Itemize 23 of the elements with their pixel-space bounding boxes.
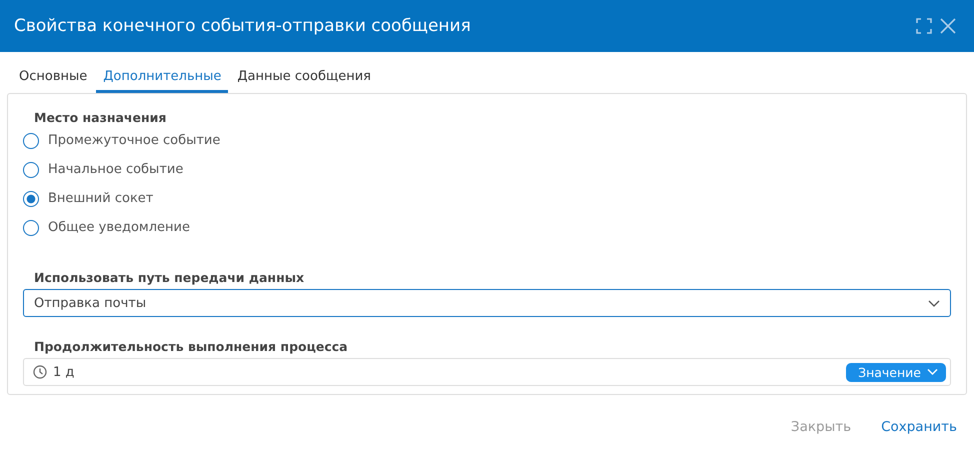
field-label: Использовать путь передачи данных: [33, 270, 306, 286]
radio-button[interactable]: [23, 220, 39, 236]
tab[interactable]: Данные сообщения: [230, 66, 378, 93]
close-icon[interactable]: [940, 18, 956, 34]
radio-button[interactable]: [23, 132, 39, 148]
clock-icon: [33, 365, 47, 379]
chevron-down-icon: [928, 300, 940, 306]
window-title: Свойства конечного события-отправки сообщения: [14, 16, 471, 36]
field-label: Место назначения: [33, 110, 168, 126]
maximize-icon[interactable]: [916, 18, 932, 34]
radio-label: Общее уведомление: [48, 220, 190, 235]
field-label: Продолжительность выполнения процесса: [33, 339, 349, 355]
radio-label: Внешний сокет: [48, 191, 154, 206]
dropdown-field[interactable]: Отправка почты: [23, 289, 951, 317]
duration-field[interactable]: 1 д Значение: [23, 358, 951, 386]
radio-label: Начальное событие: [48, 162, 184, 177]
radio-button[interactable]: [23, 190, 39, 206]
radio-button[interactable]: [23, 162, 39, 178]
radio-label: Промежуточное событие: [48, 133, 220, 148]
tab[interactable]: Дополнительные: [96, 66, 228, 93]
tab[interactable]: Основные: [12, 66, 94, 93]
save-button[interactable]: Сохранить: [881, 417, 957, 437]
chevron-down-icon: [927, 369, 938, 375]
